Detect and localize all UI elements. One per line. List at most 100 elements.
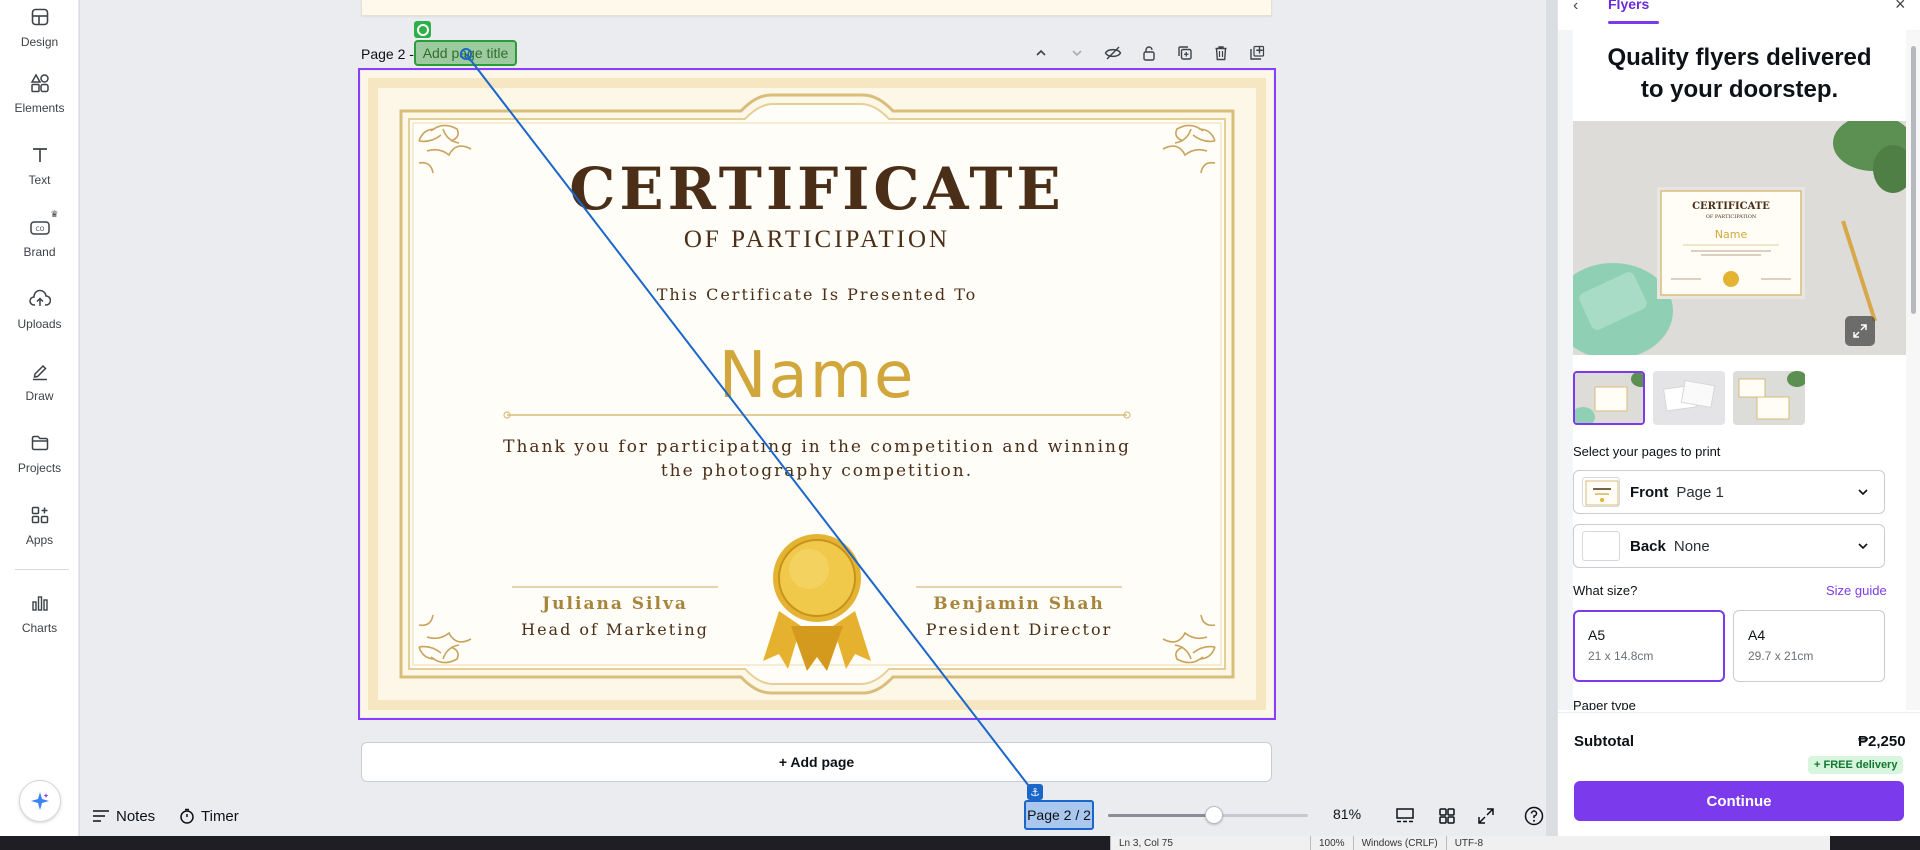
sidebar-item-text[interactable]: Text [0, 138, 79, 196]
product-mockup-image: CERTIFICATE OF PARTICIPATION Name [1573, 121, 1906, 355]
sidebar-item-charts[interactable]: Charts [0, 586, 79, 644]
timer-icon [180, 808, 194, 824]
panel-scroll-area: Quality flyers delivered to your doorste… [1558, 30, 1920, 710]
mockup-thumbnail[interactable] [1653, 371, 1725, 425]
notes-icon [93, 810, 109, 822]
mock-title: CERTIFICATE [1692, 201, 1770, 212]
back-arrow-icon[interactable]: ‹ [1573, 0, 1578, 15]
magic-assistant-button[interactable] [19, 780, 61, 822]
uploads-icon [28, 287, 52, 311]
size-label: What size? [1573, 583, 1638, 598]
connector-handle[interactable] [414, 21, 431, 38]
continue-button[interactable]: Continue [1574, 781, 1904, 821]
pages-view-button[interactable] [1393, 804, 1417, 828]
scrollbar-thumb[interactable] [1911, 46, 1916, 314]
folder-icon [28, 431, 52, 455]
front-page-select[interactable]: Front Page 1 [1573, 470, 1885, 514]
size-option-a5[interactable]: A5 21 x 14.8cm [1573, 610, 1725, 682]
page-counter-button[interactable]: Page 2 / 2 [1024, 800, 1094, 830]
sidebar-item-label: Elements [14, 101, 65, 115]
lock-page-button[interactable] [1138, 42, 1160, 64]
design-icon [28, 5, 52, 29]
delete-page-button[interactable] [1210, 42, 1232, 64]
grid-icon [1439, 808, 1455, 824]
zoom-slider[interactable] [1108, 806, 1308, 824]
sidebar-item-draw[interactable]: Draw [0, 354, 79, 412]
signer-name: Juliana Silva [542, 594, 688, 614]
sidebar-item-projects[interactable]: Projects [0, 426, 79, 484]
lock-icon [1143, 46, 1155, 61]
trash-icon [1215, 46, 1227, 61]
crown-icon: ♛ [50, 209, 59, 219]
signer-role: President Director [925, 620, 1113, 639]
expand-image-button[interactable] [1845, 316, 1875, 346]
chevron-down-icon [1072, 50, 1082, 57]
move-page-down-button[interactable] [1066, 42, 1088, 64]
paper-type-label: Paper type [1573, 698, 1636, 710]
timer-label: Timer [201, 807, 239, 825]
sidebar-item-label: Brand [23, 245, 56, 259]
anchor-icon[interactable]: ⚓ [1027, 784, 1043, 800]
sidebar-item-label: Draw [25, 389, 54, 403]
status-zoom: 100% [1310, 836, 1353, 850]
sidebar-item-label: Text [28, 173, 51, 187]
sidebar-item-uploads[interactable]: Uploads [0, 282, 79, 340]
tab-flyers[interactable]: Flyers [1608, 0, 1649, 12]
mockup-thumbnail[interactable] [1573, 371, 1645, 425]
elements-icon [28, 71, 52, 95]
add-page-icon [1250, 45, 1265, 60]
zoom-slider-handle[interactable] [1205, 806, 1223, 824]
grid-view-button[interactable] [1435, 804, 1459, 828]
hide-page-button[interactable] [1102, 42, 1124, 64]
zoom-level[interactable]: 81% [1333, 806, 1361, 822]
status-line-ending: Windows (CRLF) [1352, 836, 1446, 850]
notes-button[interactable]: Notes [92, 802, 155, 830]
sparkle-icon [31, 792, 49, 810]
signature-block-2: Benjamin Shah President Director [916, 594, 1122, 639]
size-name: A5 [1588, 627, 1606, 643]
signature-block-1: Juliana Silva Head of Marketing [512, 594, 718, 639]
back-page-select[interactable]: Back None [1573, 524, 1885, 568]
brand-icon: CO ♛ [28, 209, 59, 239]
tab-underline [1608, 21, 1659, 24]
move-page-up-button[interactable] [1030, 42, 1052, 64]
panel-headline: Quality flyers delivered to your doorste… [1573, 42, 1906, 106]
pages-view-icon [1396, 808, 1414, 823]
timer-button[interactable]: Timer [179, 802, 239, 830]
panel-content: Quality flyers delivered to your doorste… [1573, 30, 1906, 710]
page-toolbar [1030, 42, 1268, 64]
add-page-button[interactable]: + Add page [361, 742, 1272, 782]
sidebar-item-elements[interactable]: Elements [0, 66, 79, 124]
size-dimensions: 21 x 14.8cm [1588, 649, 1654, 663]
left-sidebar: Design Elements Text CO ♛ Brand Uploads … [0, 0, 79, 836]
size-guide-link[interactable]: Size guide [1826, 583, 1887, 598]
back-select-value: None [1673, 537, 1710, 555]
certificate-presented-text: This Certificate Is Presented To [656, 285, 978, 304]
previous-page-preview[interactable] [361, 0, 1272, 16]
help-button[interactable] [1522, 804, 1546, 828]
notes-label: Notes [116, 807, 156, 825]
subtotal-value: ₱2,250 [1858, 733, 1906, 750]
page-title-input[interactable]: Add page title [414, 40, 517, 66]
close-icon[interactable]: × [1895, 0, 1906, 15]
panel-header: ‹ Flyers × [1558, 0, 1920, 24]
add-page-after-button[interactable] [1246, 42, 1268, 64]
svg-text:CO: CO [35, 226, 44, 233]
panel-scrollbar[interactable] [1906, 32, 1920, 708]
status-encoding: UTF-8 [1445, 836, 1491, 850]
expand-icon [1478, 808, 1494, 824]
size-option-a4[interactable]: A4 29.7 x 21cm [1733, 610, 1885, 682]
fullscreen-button[interactable] [1474, 804, 1498, 828]
sidebar-item-label: Projects [17, 461, 62, 475]
charts-icon [28, 591, 52, 615]
sidebar-item-brand[interactable]: CO ♛ Brand [0, 209, 79, 268]
sidebar-item-design[interactable]: Design [0, 0, 79, 58]
sidebar-item-label: Design [20, 35, 59, 49]
front-select-value: Page 1 [1676, 483, 1724, 501]
certificate-page[interactable]: CERTIFICATE OF PARTICIPATION This Certif… [361, 71, 1273, 717]
duplicate-page-button[interactable] [1174, 42, 1196, 64]
back-select-key: Back [1630, 537, 1666, 555]
mockup-thumbnail[interactable] [1733, 371, 1805, 425]
chevron-down-icon [1858, 543, 1868, 550]
sidebar-item-apps[interactable]: Apps [0, 498, 79, 556]
